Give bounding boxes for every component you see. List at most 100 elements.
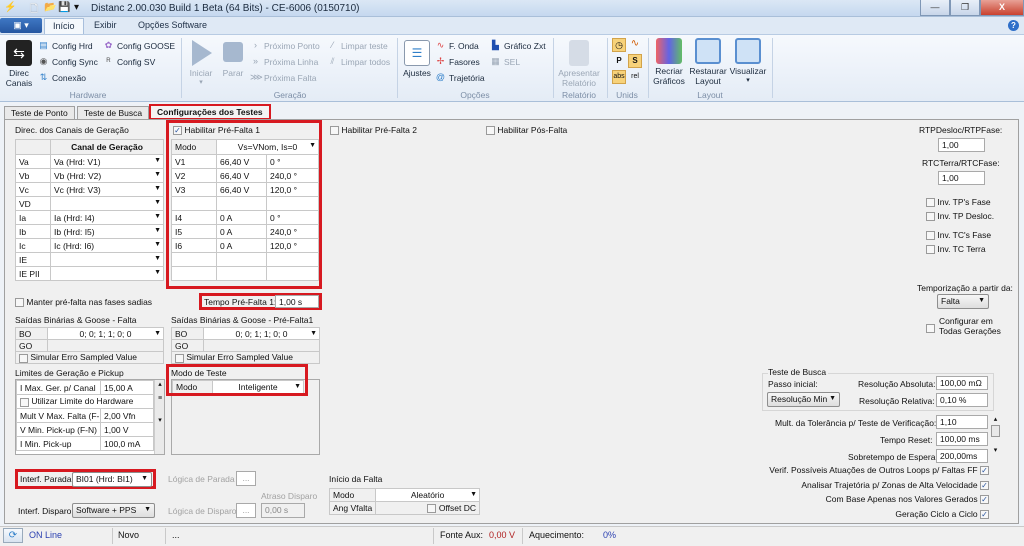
- canal-select[interactable]: Vb (Hrd: V2): [50, 168, 164, 183]
- config-goose-button[interactable]: ✿ Config GOOSE: [103, 40, 175, 51]
- interf-parada-select[interactable]: BI01 (Hrd: BI1): [72, 472, 152, 487]
- iniciar-button[interactable]: Iniciar ▾: [186, 40, 216, 88]
- time-unit-icon[interactable]: ◷: [612, 38, 626, 52]
- rtp-input[interactable]: 1,00: [938, 138, 985, 152]
- passo-inicial-select[interactable]: Resolução Min: [767, 392, 840, 407]
- restore-button[interactable]: ❐: [950, 0, 980, 16]
- f-onda-button[interactable]: ∿ F. Onda: [435, 40, 479, 51]
- secondary-unit-icon[interactable]: S: [628, 54, 642, 68]
- scroll-thumb[interactable]: [991, 425, 1000, 437]
- save-icon[interactable]: 💾: [58, 2, 70, 13]
- limite-value[interactable]: 100,0 mA: [100, 436, 154, 451]
- help-icon[interactable]: ?: [1008, 20, 1019, 31]
- proximo-ponto-button[interactable]: › Próximo Ponto: [250, 40, 320, 51]
- manter-prefalta-checkbox[interactable]: Manter pré-falta nas fases sadias: [15, 297, 152, 308]
- inv-tcs-fase-checkbox[interactable]: Inv. TC's Fase: [926, 230, 991, 241]
- cycle-unit-icon[interactable]: ∿: [628, 38, 642, 52]
- conexao-button[interactable]: ⇅ Conexão: [38, 72, 86, 83]
- res-abs-input[interactable]: 100,00 mΩ: [936, 376, 988, 390]
- canal-select[interactable]: Va (Hrd: V1): [50, 154, 164, 169]
- tempo-reset-input[interactable]: 100,00 ms: [936, 432, 988, 446]
- busca-option-checkbox[interactable]: Verif. Possíveis Atuações de Outros Loop…: [769, 465, 989, 476]
- fasores-button[interactable]: ✢ Fasores: [435, 56, 480, 67]
- abs-unit-button[interactable]: abs: [612, 70, 626, 84]
- inv-tc-terra-checkbox[interactable]: Inv. TC Terra: [926, 244, 986, 255]
- canal-select[interactable]: Vc (Hrd: V3): [50, 182, 164, 197]
- go-falta-select[interactable]: [47, 339, 164, 352]
- grafico-zxt-button[interactable]: ▙ Gráfico Zxt: [490, 40, 546, 51]
- tab-teste-de-busca[interactable]: Teste de Busca: [77, 106, 150, 119]
- rel-unit-button[interactable]: rel: [628, 70, 642, 84]
- inicio-falta-modo-select[interactable]: Aleatório: [375, 488, 480, 502]
- apresentar-relatorio-button[interactable]: Apresentar Relatório: [556, 40, 602, 88]
- ribbon-tab-opcoes-software[interactable]: Opções Software: [130, 18, 215, 34]
- teste-busca-scrollbar[interactable]: ▴ ▾: [990, 415, 1001, 465]
- canal-select[interactable]: Ic (Hrd: I6): [50, 238, 164, 253]
- limite-value[interactable]: 1,00 V: [100, 422, 154, 437]
- bo-prefalta-select[interactable]: 0; 0; 1; 1; 0; 0: [203, 327, 320, 340]
- visualizar-button[interactable]: Visualizar ▾: [728, 38, 768, 86]
- restaurar-layout-button[interactable]: Restaurar Layout: [688, 38, 728, 86]
- config-sv-button[interactable]: ᴿ Config SV: [103, 56, 155, 67]
- ajustes-button[interactable]: ☰ Ajustes: [401, 40, 433, 78]
- inv-tp-desloc-checkbox[interactable]: Inv. TP Desloc.: [926, 211, 994, 222]
- config-hrd-button[interactable]: ▤ Config Hrd: [38, 40, 92, 51]
- mult-tol-input[interactable]: 1,10: [936, 415, 988, 429]
- canal-select[interactable]: Ia (Hrd: I4): [50, 210, 164, 225]
- utilizar-limite-checkbox[interactable]: Utilizar Limite do Hardware: [16, 394, 154, 409]
- sobretempo-input[interactable]: 200,00ms: [936, 449, 988, 463]
- sel-button[interactable]: ▦ SEL: [490, 56, 520, 67]
- parar-button[interactable]: Parar: [220, 40, 246, 78]
- bo-label: BO: [171, 327, 204, 340]
- rtc-input[interactable]: 1,00: [938, 171, 985, 185]
- offset-dc-checkbox[interactable]: Offset DC: [375, 501, 480, 515]
- limites-scrollbar[interactable]: ▴ ≡ ▾: [154, 380, 164, 454]
- limpar-teste-button[interactable]: ⁄ Limpar teste: [327, 40, 388, 51]
- logica-disparo-button[interactable]: ...: [236, 503, 256, 518]
- canal-select[interactable]: [50, 252, 164, 267]
- limite-value[interactable]: 15,00 A: [100, 380, 154, 395]
- tempo-prefalta-input[interactable]: 1,00 s: [275, 295, 319, 308]
- busca-option-checkbox[interactable]: Com Base Apenas nos Valores Gerados ✓: [826, 494, 989, 505]
- res-rel-input[interactable]: 0,10 %: [936, 393, 988, 407]
- habilitar-prefalta2-checkbox[interactable]: Habilitar Pré-Falta 2: [330, 125, 417, 136]
- ribbon-tab-exibir[interactable]: Exibir: [86, 18, 125, 34]
- proxima-falta-button[interactable]: ⋙ Próxima Falta: [250, 72, 316, 83]
- proxima-linha-button[interactable]: » Próxima Linha: [250, 56, 318, 67]
- limite-value[interactable]: 2,00 Vfn: [100, 408, 154, 423]
- refresh-connection-icon[interactable]: ⟳: [3, 528, 23, 543]
- busca-option-checkbox[interactable]: Geração Ciclo a Ciclo ✓: [895, 509, 989, 519]
- simular-prefalta-checkbox[interactable]: Simular Erro Sampled Value: [171, 351, 320, 364]
- trajetoria-button[interactable]: @ Trajetória: [435, 72, 485, 83]
- recriar-graficos-button[interactable]: Recriar Gráficos: [652, 38, 686, 86]
- simular-falta-checkbox[interactable]: Simular Erro Sampled Value: [15, 351, 164, 364]
- application-menu-button[interactable]: ▣ ▾: [0, 18, 42, 33]
- interf-disparo-select[interactable]: Software + PPS: [72, 503, 155, 518]
- limpar-todos-button[interactable]: ⫽ Limpar todos: [327, 56, 390, 67]
- atraso-disparo-input[interactable]: 0,00 s: [261, 503, 305, 518]
- logica-parada-button[interactable]: ...: [236, 471, 256, 486]
- temporizacao-select[interactable]: Falta: [937, 294, 989, 309]
- open-folder-icon[interactable]: 📂: [44, 2, 56, 13]
- tab-teste-de-ponto[interactable]: Teste de Ponto: [4, 106, 75, 119]
- app-icon: ⚡: [4, 2, 17, 13]
- go-prefalta-select[interactable]: [203, 339, 320, 352]
- close-button[interactable]: X: [980, 0, 1024, 16]
- canal-name: Vb: [15, 168, 51, 183]
- primary-unit-icon[interactable]: P: [612, 54, 626, 68]
- bo-falta-select[interactable]: 0; 0; 1; 1; 0; 0: [47, 327, 164, 340]
- tab-configuracoes-dos-testes[interactable]: Configurações dos Testes: [149, 104, 271, 120]
- quick-access-dropdown-icon[interactable]: ▾: [74, 2, 79, 13]
- inv-tps-fase-checkbox[interactable]: Inv. TP's Fase: [926, 197, 991, 208]
- config-sync-button[interactable]: ◉ Config Sync: [38, 56, 98, 67]
- canal-select[interactable]: [50, 196, 164, 211]
- visualizar-dropdown-icon: ▾: [746, 77, 750, 84]
- configurar-todas-checkbox[interactable]: [926, 321, 935, 333]
- busca-option-checkbox[interactable]: Analisar Trajetória p/ Zonas de Alta Vel…: [801, 480, 989, 490]
- direc-canais-button[interactable]: ⇆ Direc Canais: [4, 40, 34, 88]
- canal-select[interactable]: Ib (Hrd: I5): [50, 224, 164, 239]
- canal-select[interactable]: [50, 266, 164, 281]
- ribbon-tab-inicio[interactable]: Início: [44, 18, 84, 34]
- minimize-button[interactable]: —: [920, 0, 950, 16]
- habilitar-posfalta-checkbox[interactable]: Habilitar Pós-Falta: [486, 125, 567, 136]
